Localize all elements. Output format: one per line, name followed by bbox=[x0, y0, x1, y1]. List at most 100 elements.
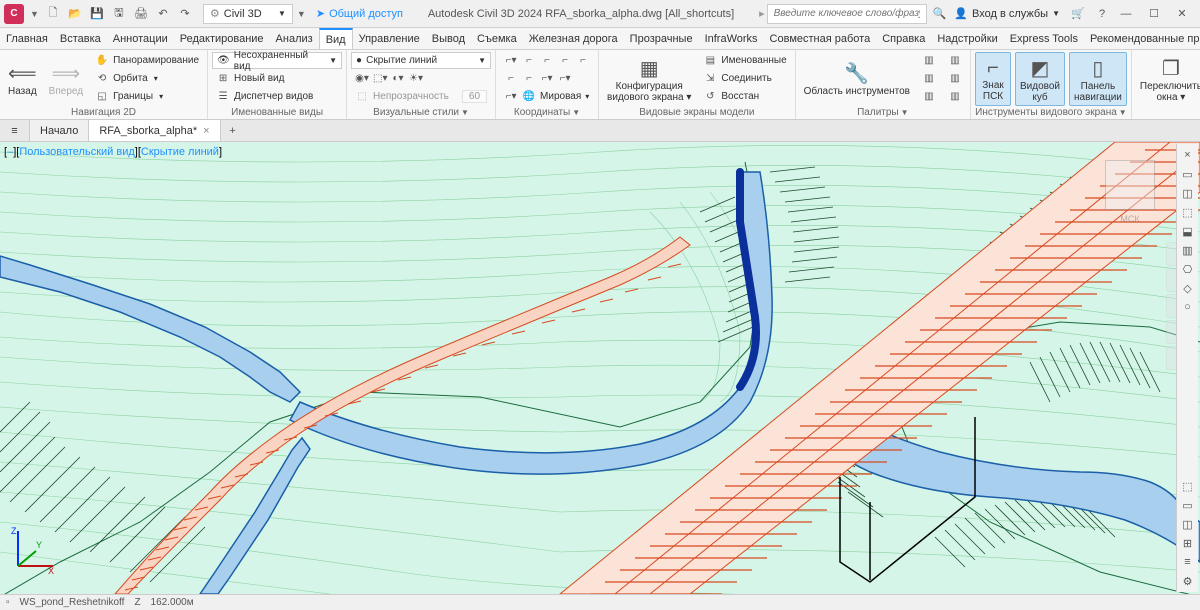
ucs8-icon[interactable]: ⌐▾ bbox=[540, 73, 554, 84]
file-tab-start[interactable]: Начало bbox=[30, 120, 89, 141]
tr14-icon[interactable]: ⚙ bbox=[1178, 572, 1198, 590]
tr8-icon[interactable]: ○ bbox=[1178, 298, 1198, 316]
opacity-icon[interactable]: ⬚ bbox=[355, 91, 369, 102]
save-icon[interactable]: 💾 bbox=[87, 4, 107, 24]
vp-named-button[interactable]: ▤Именованные bbox=[699, 52, 790, 69]
new-view-button[interactable]: ⊞Новый вид bbox=[212, 70, 342, 87]
minimize-button[interactable]: — bbox=[1112, 4, 1140, 24]
orbit-button[interactable]: ⟲Орбита▾ bbox=[91, 70, 203, 87]
ucs-icon-button[interactable]: ⌐ЗнакПСК bbox=[975, 52, 1011, 106]
tr7-icon[interactable]: ◇ bbox=[1178, 279, 1198, 297]
new-icon[interactable]: 🗋 bbox=[43, 4, 63, 24]
viewcube-cube[interactable] bbox=[1105, 160, 1155, 210]
viewcube-wcs-label[interactable]: МСК bbox=[1095, 214, 1165, 224]
tab-home[interactable]: Главная bbox=[0, 28, 54, 49]
tab-survey[interactable]: Съемка bbox=[471, 28, 523, 49]
tab-addins[interactable]: Надстройки bbox=[931, 28, 1003, 49]
tr2-icon[interactable]: ◫ bbox=[1178, 184, 1198, 202]
switch-windows-button[interactable]: ❐Переключитьокна ▾ bbox=[1136, 52, 1200, 106]
help-icon[interactable]: ? bbox=[1092, 4, 1112, 24]
tab-output[interactable]: Вывод bbox=[426, 28, 471, 49]
vp-join-button[interactable]: ⇲Соединить bbox=[699, 70, 790, 87]
search-input[interactable] bbox=[767, 4, 927, 24]
plot-icon[interactable]: 🖨 bbox=[131, 4, 151, 24]
tr13-icon[interactable]: ≡ bbox=[1178, 553, 1198, 571]
qat-dropdown-icon[interactable]: ▼ bbox=[30, 9, 39, 19]
palette3-button[interactable]: ▥ bbox=[918, 88, 940, 105]
maximize-button[interactable]: ☐ bbox=[1140, 4, 1168, 24]
palette1-button[interactable]: ▥ bbox=[918, 52, 940, 69]
tab-infraworks[interactable]: InfraWorks bbox=[699, 28, 764, 49]
tr6-icon[interactable]: ⎔ bbox=[1178, 260, 1198, 278]
tr11-icon[interactable]: ◫ bbox=[1178, 515, 1198, 533]
ucs1-icon[interactable]: ⌐▾ bbox=[504, 55, 518, 66]
ucs4-icon[interactable]: ⌐ bbox=[558, 55, 572, 66]
tr10-icon[interactable]: ▭ bbox=[1178, 496, 1198, 514]
search-icon[interactable]: 🔍 bbox=[933, 7, 947, 20]
world-label[interactable]: Мировая bbox=[540, 91, 581, 102]
ucs6-icon[interactable]: ⌐ bbox=[504, 73, 518, 84]
workspace-dropdown[interactable]: ⚙ Civil 3D ▼ bbox=[203, 4, 293, 24]
viewcube-button[interactable]: ◩Видовойкуб bbox=[1015, 52, 1065, 106]
file-tab-active[interactable]: RFA_sborka_alpha* × bbox=[89, 120, 220, 141]
close-button[interactable]: ✕ bbox=[1168, 4, 1196, 24]
palette6-button[interactable]: ▥ bbox=[944, 88, 966, 105]
cart-icon[interactable]: 🛒 bbox=[1068, 4, 1088, 24]
redo-icon[interactable]: ↷ bbox=[175, 4, 195, 24]
viewport-label[interactable]: [–][Пользовательский вид][Скрытие линий] bbox=[4, 146, 222, 158]
file-tabs-menu-icon[interactable]: ≡ bbox=[0, 120, 30, 141]
ucs9-icon[interactable]: ⌐▾ bbox=[558, 73, 572, 84]
tab-view[interactable]: Вид bbox=[319, 28, 353, 49]
forward-button[interactable]: ⟹Вперед bbox=[45, 52, 87, 106]
panel-label-palettes[interactable]: Палитры▼ bbox=[800, 106, 966, 119]
edge-icon[interactable]: ⬚▾ bbox=[373, 73, 387, 84]
tr5-icon[interactable]: ▥ bbox=[1178, 241, 1198, 259]
tab-express[interactable]: Express Tools bbox=[1004, 28, 1084, 49]
globe-icon[interactable]: 🌐 bbox=[522, 91, 536, 102]
tab-help[interactable]: Справка bbox=[876, 28, 931, 49]
back-button[interactable]: ⟸Назад bbox=[4, 52, 41, 106]
tr9-icon[interactable]: ⬚ bbox=[1178, 477, 1198, 495]
tab-analyze[interactable]: Анализ bbox=[270, 28, 319, 49]
tr4-icon[interactable]: ⬓ bbox=[1178, 222, 1198, 240]
viewcube[interactable]: МСК bbox=[1095, 150, 1165, 230]
undo-icon[interactable]: ↶ bbox=[153, 4, 173, 24]
sphere2-icon[interactable]: ◉▾ bbox=[355, 73, 369, 84]
signin-button[interactable]: 👤 Вход в службы ▼ bbox=[954, 7, 1060, 20]
ucs5-icon[interactable]: ⌐ bbox=[576, 55, 590, 66]
vp-restore-button[interactable]: ↺Восстан bbox=[699, 88, 790, 105]
panel-label-vptools[interactable]: Инструменты видового экрана▼ bbox=[975, 106, 1127, 119]
ucs7-icon[interactable]: ⌐ bbox=[522, 73, 536, 84]
share-button[interactable]: ➤ Общий доступ bbox=[316, 7, 403, 20]
saveas-icon[interactable]: 🖫 bbox=[109, 4, 129, 24]
extents-button[interactable]: ◱Границы▾ bbox=[91, 88, 203, 105]
model-viewport[interactable]: [–][Пользовательский вид][Скрытие линий] bbox=[0, 142, 1200, 594]
shadow-icon[interactable]: ☀▾ bbox=[409, 73, 423, 84]
tr1-icon[interactable]: ▭ bbox=[1178, 165, 1198, 183]
visual-style-dropdown[interactable]: ●Скрытие линий▼ bbox=[351, 52, 491, 69]
named-view-dropdown[interactable]: 👁Несохраненный вид▼ bbox=[212, 52, 342, 69]
tab-rail[interactable]: Железная дорога bbox=[523, 28, 624, 49]
toolspace-button[interactable]: 🔧Область инструментов bbox=[800, 52, 914, 106]
tr12-icon[interactable]: ⊞ bbox=[1178, 534, 1198, 552]
panel-label-vstyles[interactable]: Визуальные стили▼ bbox=[351, 106, 491, 119]
tab-manage[interactable]: Управление bbox=[353, 28, 426, 49]
tab-modify[interactable]: Редактирование bbox=[174, 28, 270, 49]
tr3-icon[interactable]: ⬚ bbox=[1178, 203, 1198, 221]
app-logo[interactable]: C bbox=[4, 4, 24, 24]
close-tab-icon[interactable]: × bbox=[203, 125, 209, 137]
qat-dropdown2-icon[interactable]: ▼ bbox=[297, 9, 306, 19]
palette2-button[interactable]: ▥ bbox=[918, 70, 940, 87]
tr-close-icon[interactable]: × bbox=[1178, 146, 1198, 164]
status-layer[interactable]: WS_pond_Reshetnikoff bbox=[20, 597, 125, 608]
light-icon[interactable]: ◐▾ bbox=[391, 73, 405, 84]
palette4-button[interactable]: ▥ bbox=[944, 52, 966, 69]
tab-collaborate[interactable]: Совместная работа bbox=[764, 28, 877, 49]
open-icon[interactable]: 📂 bbox=[65, 4, 85, 24]
tab-featured[interactable]: Рекомендованные приложения bbox=[1084, 28, 1200, 49]
view-manager-button[interactable]: ☰Диспетчер видов bbox=[212, 88, 342, 105]
pan-button[interactable]: ✋Панорамирование bbox=[91, 52, 203, 69]
ucs3-icon[interactable]: ⌐ bbox=[540, 55, 554, 66]
tab-annotate[interactable]: Аннотации bbox=[107, 28, 174, 49]
panel-label-coords[interactable]: Координаты▼ bbox=[500, 106, 594, 119]
